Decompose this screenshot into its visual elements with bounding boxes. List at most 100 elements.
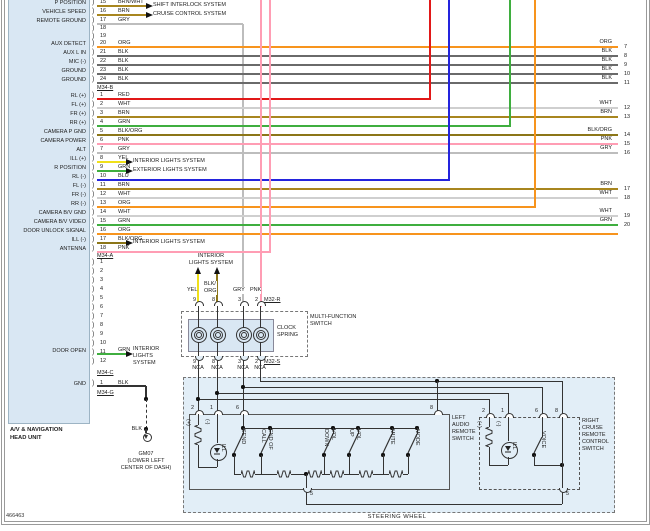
wire (217, 414, 218, 443)
schematic-shape (485, 427, 493, 447)
wire (97, 197, 618, 199)
diagram-id: 466463 (6, 513, 24, 519)
pin-bracket: ) (92, 173, 94, 182)
wire-color: BLK/ ORG (204, 281, 217, 295)
connector-name: M34-G (97, 390, 114, 397)
switch-label: VOL UP (347, 429, 361, 440)
wire (383, 455, 384, 474)
pin-number: 4 (100, 286, 103, 293)
pin-bracket: ) (92, 331, 94, 340)
ground-id: GM07 (116, 451, 176, 458)
circuit-label: FL (+) (2, 102, 86, 109)
pin-number: 1 (210, 405, 213, 412)
pin-bracket: ) (92, 313, 94, 322)
circuit-label: AUX L IN (6, 50, 86, 57)
wire-dashed (146, 399, 147, 429)
switch-label: VOICE (539, 431, 546, 448)
steering-wheel-label: STEERING WHEEL (337, 514, 457, 521)
wire (217, 360, 218, 414)
pin-bracket: ) (92, 137, 94, 146)
right-pin-number: 7 (624, 44, 627, 51)
wire (198, 360, 199, 414)
wire (198, 399, 489, 400)
wire (97, 233, 618, 235)
schematic-shape (330, 470, 344, 478)
clock-spring-label: SPRING (277, 332, 298, 339)
system-label: LIGHTS (133, 353, 153, 360)
circuit-label: ILL (-) (2, 237, 86, 244)
clockspring-coil-icon (215, 332, 221, 338)
schematic-shape (241, 470, 255, 478)
wire (97, 188, 618, 190)
pin-bracket: ) (92, 200, 94, 209)
wire (403, 474, 409, 475)
pin-bracket: ) (92, 218, 94, 227)
right-pin-number: 19 (624, 213, 630, 220)
pin-bracket: ) (92, 340, 94, 349)
circuit-label: FR (-) (2, 192, 86, 199)
wire (562, 492, 563, 504)
circuit-label: R POSITION (2, 165, 86, 172)
circuit-label: P POSITION (6, 0, 86, 7)
right-pin-number: 14 (624, 132, 630, 139)
circuit-label: ALT (2, 147, 86, 154)
wire (97, 134, 618, 136)
connector-pin-icon (486, 413, 495, 418)
wire (97, 23, 243, 25)
pin-bracket: ) (92, 191, 94, 200)
pin-number: 6 (535, 408, 538, 415)
connector-pin-icon (539, 413, 548, 418)
wire (97, 161, 126, 163)
wire (242, 24, 244, 306)
wire-color: PNK (572, 136, 612, 143)
circuit-label: RL (+) (2, 93, 86, 100)
connector-pin-icon (195, 410, 204, 415)
polarity-label: (+) (475, 421, 482, 428)
right-pin-number: 16 (624, 150, 630, 157)
pin-bracket: ) (92, 49, 94, 58)
wire-color: BLK (572, 66, 612, 73)
junction-dot (196, 397, 199, 400)
wire (243, 387, 542, 388)
schematic-shape (194, 425, 202, 445)
arrow-right-icon (146, 3, 153, 9)
pin-number: 2 (482, 408, 485, 415)
connector-pin-icon (240, 410, 249, 415)
connector-pin-icon (505, 413, 514, 418)
wire (97, 152, 618, 154)
pin-number: 1 (100, 259, 103, 266)
pin-bracket: ) (92, 380, 94, 389)
pin-number: 9 (100, 331, 103, 338)
right-pin-number: 8 (624, 53, 627, 60)
pin-bracket: ) (92, 67, 94, 76)
polarity-label: (-) (494, 421, 501, 427)
wiring-diagram: A/V & NAVIGATION HEAD UNIT 466463 STEERI… (0, 0, 650, 531)
arrow-right-icon (126, 351, 133, 357)
connector-pin-icon (559, 413, 568, 418)
circuit-label: ANTENNA (2, 246, 86, 253)
circuit-label: FR (+) (2, 111, 86, 118)
right-pin-number: 18 (624, 195, 630, 202)
circuit-label: RL (-) (2, 174, 86, 181)
pin-bracket: ) (92, 155, 94, 164)
wire (534, 455, 535, 465)
pin-number: 19 (100, 33, 106, 40)
right-pin-number: 17 (624, 186, 630, 193)
wire (97, 55, 618, 57)
pin-number: 2 (100, 268, 103, 275)
circuit-label: VEHICLE SPEED (6, 9, 86, 16)
wire (373, 474, 383, 475)
multifunction-switch-label: SWITCH (310, 321, 332, 328)
right-pin-number: 20 (624, 222, 630, 229)
wire (489, 465, 508, 466)
pin-number: 5 (310, 491, 313, 498)
circuit-label: CAMERA POWER (2, 138, 86, 145)
right-cruise-switch-box (479, 417, 580, 490)
wire (349, 474, 359, 475)
pin-bracket: ) (92, 58, 94, 67)
polarity-label: (-) (203, 419, 210, 425)
wire-color: GRY (572, 145, 612, 152)
multifunction-switch-label: MULTI-FUNCTION (310, 314, 356, 321)
pin-bracket: ) (92, 268, 94, 277)
wire (261, 455, 262, 474)
